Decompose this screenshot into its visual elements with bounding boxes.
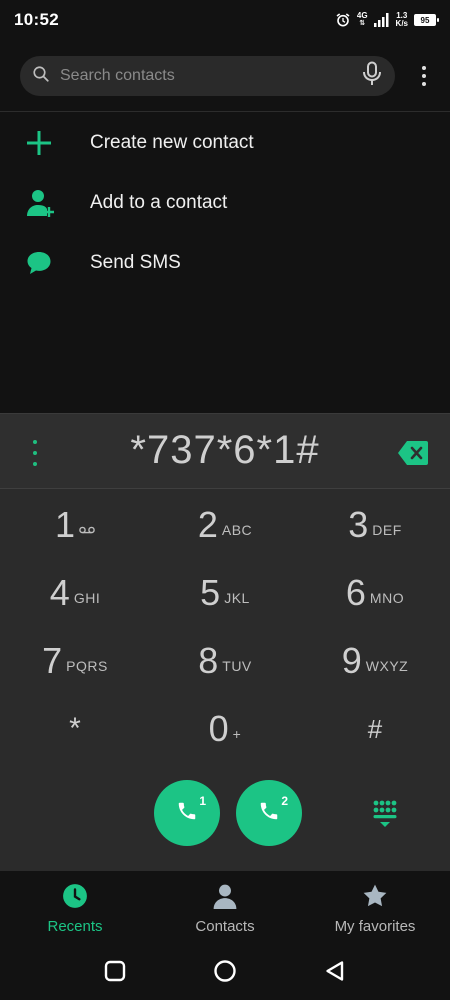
status-bar: 10:52 4G ⇅ 1.3 K/s 95 xyxy=(0,0,450,40)
network-type: 4G ⇅ xyxy=(356,11,368,28)
key-7[interactable]: 7 PQRS xyxy=(0,627,150,695)
key-2[interactable]: 2 ABC xyxy=(150,491,300,559)
home-icon[interactable] xyxy=(213,959,237,983)
tab-recents[interactable]: Recents xyxy=(0,871,150,941)
call-sim2-button[interactable]: 2 xyxy=(236,780,302,846)
tab-label: Recents xyxy=(47,918,103,935)
sim-number: 2 xyxy=(281,794,288,808)
tab-contacts[interactable]: Contacts xyxy=(150,871,300,941)
system-nav-bar xyxy=(0,941,450,1000)
call-sim1-button[interactable]: 1 xyxy=(154,780,220,846)
tab-label: Contacts xyxy=(195,918,255,935)
status-icons: 4G ⇅ 1.3 K/s 95 xyxy=(335,11,439,28)
sim-number: 1 xyxy=(199,794,206,808)
dialpad-hide-icon[interactable] xyxy=(368,799,402,831)
dialed-number-row: *737*6*1# xyxy=(0,413,450,489)
plus-icon xyxy=(0,130,90,156)
bottom-nav: Recents Contacts My favorites xyxy=(0,871,450,941)
network-speed: 1.3 K/s xyxy=(395,11,408,28)
more-vert-icon[interactable] xyxy=(412,62,436,90)
action-label: Add to a contact xyxy=(90,192,228,213)
search-row: Search contacts xyxy=(0,40,450,112)
dialpad-panel: *737*6*1# 1 2 ABC 3 DEF 4 GHI 5 JKL 6 MN… xyxy=(0,413,450,871)
alarm-icon xyxy=(335,12,351,28)
create-new-contact-item[interactable]: Create new contact xyxy=(0,113,450,173)
key-5[interactable]: 5 JKL xyxy=(150,559,300,627)
key-hash[interactable]: # xyxy=(300,695,450,763)
recent-apps-icon[interactable] xyxy=(103,959,127,983)
key-4[interactable]: 4 GHI xyxy=(0,559,150,627)
search-input[interactable]: Search contacts xyxy=(20,56,395,96)
microphone-icon[interactable] xyxy=(361,61,383,92)
battery-icon: 95 xyxy=(414,14,439,26)
key-3[interactable]: 3 DEF xyxy=(300,491,450,559)
key-6[interactable]: 6 MNO xyxy=(300,559,450,627)
signal-icon xyxy=(373,13,390,27)
key-0[interactable]: 0 + xyxy=(150,695,300,763)
tab-my-favorites[interactable]: My favorites xyxy=(300,871,450,941)
status-time: 10:52 xyxy=(14,10,59,29)
search-icon xyxy=(32,65,50,88)
voicemail-icon xyxy=(79,522,95,538)
key-star[interactable]: * xyxy=(0,695,150,763)
backspace-icon[interactable] xyxy=(398,440,428,466)
search-placeholder: Search contacts xyxy=(60,67,175,84)
send-sms-item[interactable]: Send SMS xyxy=(0,233,450,293)
action-label: Send SMS xyxy=(90,252,181,273)
person-add-icon xyxy=(0,188,90,218)
clock-icon xyxy=(62,883,88,914)
star-icon xyxy=(362,883,388,914)
key-1[interactable]: 1 xyxy=(0,491,150,559)
key-9[interactable]: 9 WXYZ xyxy=(300,627,450,695)
phone-icon xyxy=(258,800,280,827)
back-icon[interactable] xyxy=(323,959,347,983)
tab-label: My favorites xyxy=(334,918,416,935)
action-label: Create new contact xyxy=(90,132,254,153)
chat-bubble-icon xyxy=(0,251,90,275)
add-to-contact-item[interactable]: Add to a contact xyxy=(0,173,450,233)
dialed-number[interactable]: *737*6*1# xyxy=(0,428,450,473)
person-icon xyxy=(212,883,238,914)
phone-icon xyxy=(176,800,198,827)
battery-level: 95 xyxy=(420,15,430,25)
key-8[interactable]: 8 TUV xyxy=(150,627,300,695)
